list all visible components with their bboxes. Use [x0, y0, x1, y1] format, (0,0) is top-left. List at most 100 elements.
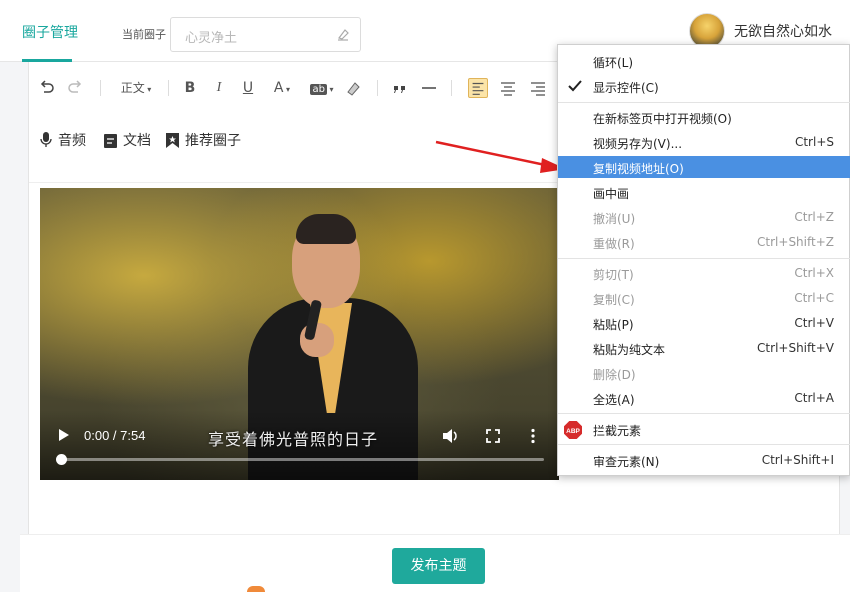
highlight-label: ab	[310, 84, 327, 95]
align-center-icon[interactable]	[498, 78, 518, 98]
microphone-icon	[40, 132, 52, 147]
menu-item-label: 循环(L)	[593, 56, 634, 70]
menu-item-paste-plain-text[interactable]: 粘贴为纯文本 Ctrl+Shift+V	[558, 337, 850, 359]
menu-item-paste[interactable]: 粘贴(P) Ctrl+V	[558, 312, 850, 334]
insert-recommend-circle-label: 推荐圈子	[185, 133, 241, 149]
video-player[interactable]: 0:00 / 7:54 享受着佛光普照的日子	[40, 188, 559, 480]
document-icon	[104, 134, 117, 148]
highlight-button[interactable]: ab ▾	[306, 78, 338, 98]
menu-item-save-video-as[interactable]: 视频另存为(V)... Ctrl+S	[558, 131, 850, 153]
decorative-mark	[247, 586, 265, 592]
toolbar-divider	[451, 80, 452, 96]
menu-item-label: 画中画	[593, 187, 630, 201]
video-time: 0:00 / 7:54	[84, 428, 146, 443]
insert-toolbar: 音频 文档 推荐圈子	[40, 130, 340, 152]
menu-item-label: 视频另存为(V)...	[593, 137, 683, 151]
menu-item-label: 撤消(U)	[593, 212, 636, 226]
menu-item-label: 拦截元素	[593, 424, 642, 438]
insert-audio-label: 音频	[58, 133, 86, 149]
menu-item-block-element[interactable]: ABP 拦截元素	[558, 418, 850, 440]
circle-input-placeholder: 心灵净土	[185, 31, 238, 46]
toolbar-divider	[168, 80, 169, 96]
menu-item-redo[interactable]: 重做(R) Ctrl+Shift+Z	[558, 231, 850, 253]
redo-icon[interactable]	[66, 78, 84, 98]
menu-item-label: 粘贴为纯文本	[593, 343, 666, 357]
menu-item-shortcut: Ctrl+Shift+I	[761, 453, 834, 467]
menu-divider	[558, 444, 850, 445]
insert-document-label: 文档	[123, 133, 151, 149]
heading-select[interactable]: 正文 ▾	[116, 78, 156, 98]
bold-button[interactable]: B	[182, 78, 198, 98]
menu-item-loop[interactable]: 循环(L)	[558, 50, 850, 72]
publish-button[interactable]: 发布主题	[392, 548, 485, 584]
eraser-icon[interactable]	[344, 78, 362, 98]
menu-item-undo[interactable]: 撤消(U) Ctrl+Z	[558, 206, 850, 228]
menu-divider	[558, 258, 850, 259]
menu-item-select-all[interactable]: 全选(A) Ctrl+A	[558, 387, 850, 409]
insert-document-button[interactable]: 文档	[104, 130, 151, 150]
tab-circle-management[interactable]: 圈子管理	[22, 22, 78, 42]
align-right-icon[interactable]	[528, 78, 548, 98]
menu-item-shortcut: Ctrl+V	[794, 316, 834, 330]
annotation-arrow-icon	[435, 140, 566, 173]
caret-down-icon: ▾	[326, 85, 334, 94]
font-color-button[interactable]: A ▾	[268, 78, 296, 98]
fullscreen-icon[interactable]	[486, 429, 500, 443]
video-subtitle: 享受着佛光普照的日子	[208, 430, 379, 449]
video-progress-bar[interactable]	[62, 458, 544, 461]
menu-item-label: 审查元素(N)	[593, 455, 660, 469]
menu-divider	[558, 413, 850, 414]
italic-button[interactable]: I	[211, 78, 227, 98]
adblock-icon: ABP	[564, 421, 582, 439]
menu-item-shortcut: Ctrl+Shift+V	[757, 341, 834, 355]
menu-item-label: 显示控件(C)	[593, 81, 659, 95]
user-name[interactable]: 无欲自然心如水	[734, 21, 832, 41]
menu-item-inspect-element[interactable]: 审查元素(N) Ctrl+Shift+I	[558, 449, 850, 471]
menu-item-copy-video-address[interactable]: 复制视频地址(O)	[558, 156, 850, 178]
insert-recommend-circle-button[interactable]: 推荐圈子	[166, 130, 241, 150]
check-icon	[568, 80, 582, 92]
font-color-label: A	[273, 80, 284, 96]
current-circle-label: 当前圈子	[122, 28, 166, 41]
insert-audio-button[interactable]: 音频	[40, 130, 86, 150]
menu-item-label: 复制视频地址(O)	[593, 162, 684, 176]
video-speaker-hair	[296, 214, 356, 244]
menu-item-label: 在新标签页中打开视频(O)	[593, 112, 732, 126]
menu-item-open-video-new-tab[interactable]: 在新标签页中打开视频(O)	[558, 106, 850, 128]
volume-icon[interactable]	[442, 428, 460, 444]
menu-item-shortcut: Ctrl+C	[794, 291, 834, 305]
heading-select-label: 正文	[120, 81, 145, 95]
menu-item-shortcut: Ctrl+Z	[794, 210, 834, 224]
video-progress-handle[interactable]	[56, 454, 67, 465]
menu-divider	[558, 102, 850, 103]
underline-button[interactable]: U	[240, 78, 256, 98]
eraser-icon[interactable]	[336, 27, 350, 41]
align-left-icon[interactable]	[468, 78, 488, 98]
menu-item-label: 重做(R)	[593, 237, 635, 251]
quote-icon[interactable]	[391, 78, 409, 98]
bookmark-icon	[166, 133, 179, 148]
play-icon[interactable]	[58, 428, 70, 442]
menu-item-copy[interactable]: 复制(C) Ctrl+C	[558, 287, 850, 309]
menu-item-label: 复制(C)	[593, 293, 635, 307]
context-menu: 循环(L) 显示控件(C) 在新标签页中打开视频(O) 视频另存为(V)... …	[557, 44, 850, 476]
divider	[29, 182, 559, 183]
menu-item-shortcut: Ctrl+A	[794, 391, 834, 405]
menu-item-label: 剪切(T)	[593, 268, 634, 282]
toolbar-divider	[377, 80, 378, 96]
adblock-icon-text: ABP	[566, 428, 580, 435]
menu-item-cut[interactable]: 剪切(T) Ctrl+X	[558, 262, 850, 284]
menu-item-picture-in-picture[interactable]: 画中画	[558, 181, 850, 203]
menu-item-label: 删除(D)	[593, 368, 636, 382]
menu-item-shortcut: Ctrl+X	[794, 266, 834, 280]
horizontal-rule-icon[interactable]	[420, 78, 438, 98]
menu-item-show-controls[interactable]: 显示控件(C)	[558, 75, 850, 97]
editor-toolbar: 正文 ▾ B I U A ▾ ab ▾	[28, 70, 568, 106]
menu-item-shortcut: Ctrl+Shift+Z	[757, 235, 834, 249]
undo-icon[interactable]	[38, 78, 56, 98]
menu-item-delete[interactable]: 删除(D)	[558, 362, 850, 384]
menu-item-label: 粘贴(P)	[593, 318, 634, 332]
menu-item-label: 全选(A)	[593, 393, 635, 407]
more-options-icon[interactable]	[530, 428, 536, 444]
circle-select-input[interactable]: 心灵净土	[170, 17, 361, 52]
